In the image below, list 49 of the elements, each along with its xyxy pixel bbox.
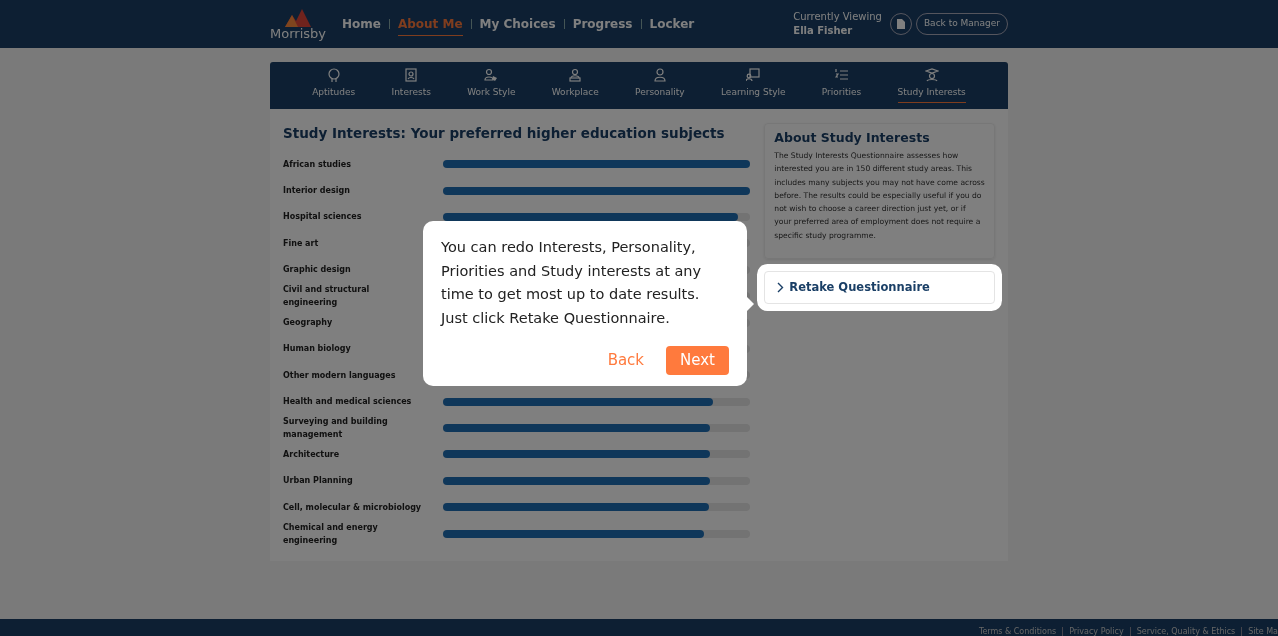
subject-name: Human biology <box>283 343 352 356</box>
tab[interactable]: Work Style <box>467 62 516 109</box>
person-icon <box>484 68 499 82</box>
subject-name: Fine art <box>283 237 320 250</box>
subject-name: Health and medical sciences <box>283 396 413 409</box>
portrait-icon <box>404 68 419 82</box>
footer-link[interactable]: Privacy Policy <box>1062 627 1124 636</box>
nav-link[interactable]: Locker <box>649 13 695 35</box>
list-icon <box>834 68 849 82</box>
subject-name: Urban Planning <box>283 475 354 488</box>
viewing-label: Currently Viewing <box>793 10 882 24</box>
back-button[interactable]: Back <box>593 346 659 375</box>
person-icon <box>568 68 583 82</box>
subject-name: Geography <box>283 317 334 330</box>
tab[interactable]: Study Interests <box>897 62 966 109</box>
subject-name: Other modern languages <box>283 369 397 382</box>
document-icon <box>896 19 905 29</box>
subject-name: Cell, molecular & microbiology <box>283 501 423 514</box>
subject-name: Architecture <box>283 449 341 461</box>
presentation-icon <box>746 68 761 82</box>
logo-icon <box>283 8 313 27</box>
tab[interactable]: Priorities <box>821 62 862 109</box>
tab[interactable]: Interests <box>391 62 431 109</box>
person-icon <box>652 68 667 82</box>
nav-link[interactable]: Home <box>341 13 381 35</box>
subject-name: Hospital sciences <box>283 211 363 224</box>
subject-name: Civil and structural engineering <box>283 284 371 310</box>
about-title: About Study Interests <box>774 130 931 145</box>
tab[interactable]: Personality <box>635 62 685 109</box>
results-title: Study Interests: Your preferred higher education subjects <box>283 124 726 143</box>
footer-link[interactable]: Site Ma <box>1241 627 1278 636</box>
subject-name: Surveying and building management <box>283 416 389 442</box>
nav-link[interactable]: Progress <box>572 13 633 35</box>
subject-name: African studies <box>283 158 352 171</box>
footer-link[interactable]: Terms & Conditions <box>978 627 1057 636</box>
chevron-icon <box>777 282 785 294</box>
nav-link[interactable]: My Choices <box>479 13 556 35</box>
tab[interactable]: Learning Style <box>721 62 786 109</box>
graduate-icon <box>924 68 939 82</box>
subject-name: Chemical and energy engineering <box>283 521 379 547</box>
tab[interactable]: Aptitudes <box>312 62 356 109</box>
next-button[interactable]: Next <box>666 346 729 375</box>
logo-text: Morrisby <box>270 26 326 40</box>
tab[interactable]: Workplace <box>551 62 599 109</box>
tour-text: You can redo Interests, Personality, Priorities and Study interests at any time to get most up to date results. Just click Retake Questionnaire. <box>441 238 703 328</box>
footer-link[interactable]: Service, Quality & Ethics <box>1129 627 1236 636</box>
subject-name: Graphic design <box>283 264 352 277</box>
viewing-name: Ella Fisher <box>793 24 854 38</box>
subject-name: Interior design <box>283 185 351 198</box>
